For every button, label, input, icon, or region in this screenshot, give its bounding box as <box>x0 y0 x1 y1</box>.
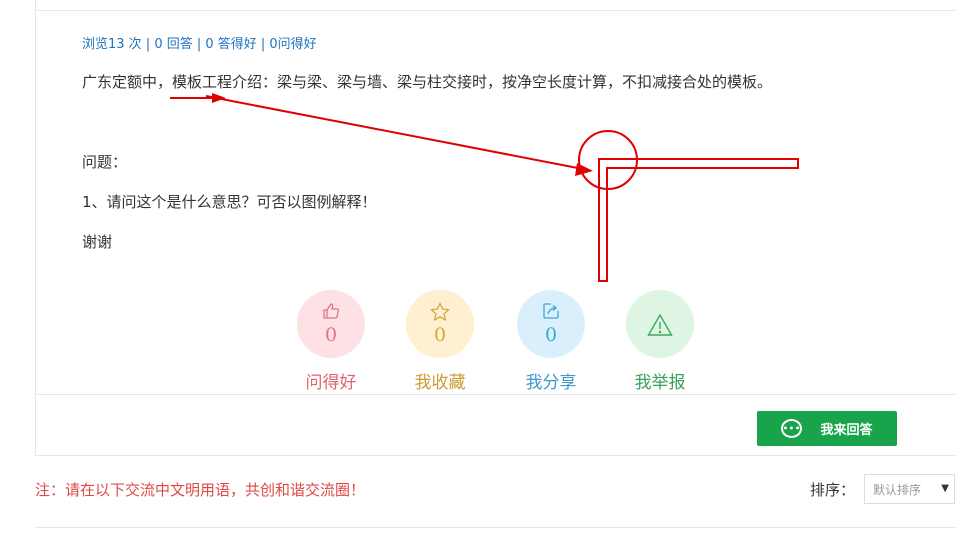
answer-button[interactable]: ••• 我来回答 <box>757 411 897 446</box>
annotation-beam-sketch <box>598 158 799 282</box>
sort-selected-value: 默认排序 <box>873 482 922 497</box>
annotation-arrow-line <box>205 95 589 171</box>
civility-notice: 注：请在以下交流中文明用语，共创和谐交流圈！ <box>35 481 366 499</box>
chevron-down-icon: ▼ <box>941 483 949 494</box>
answer-button-label: 我来回答 <box>820 423 873 438</box>
chat-bubble-icon: ••• <box>781 419 803 438</box>
sort-label: 排序： <box>810 481 856 499</box>
sort-select[interactable]: 默认排序 ▼ <box>864 474 955 504</box>
bottom-divider <box>35 527 956 528</box>
red-annotation-overlay <box>170 93 799 282</box>
annotation-arrowhead <box>575 163 593 176</box>
